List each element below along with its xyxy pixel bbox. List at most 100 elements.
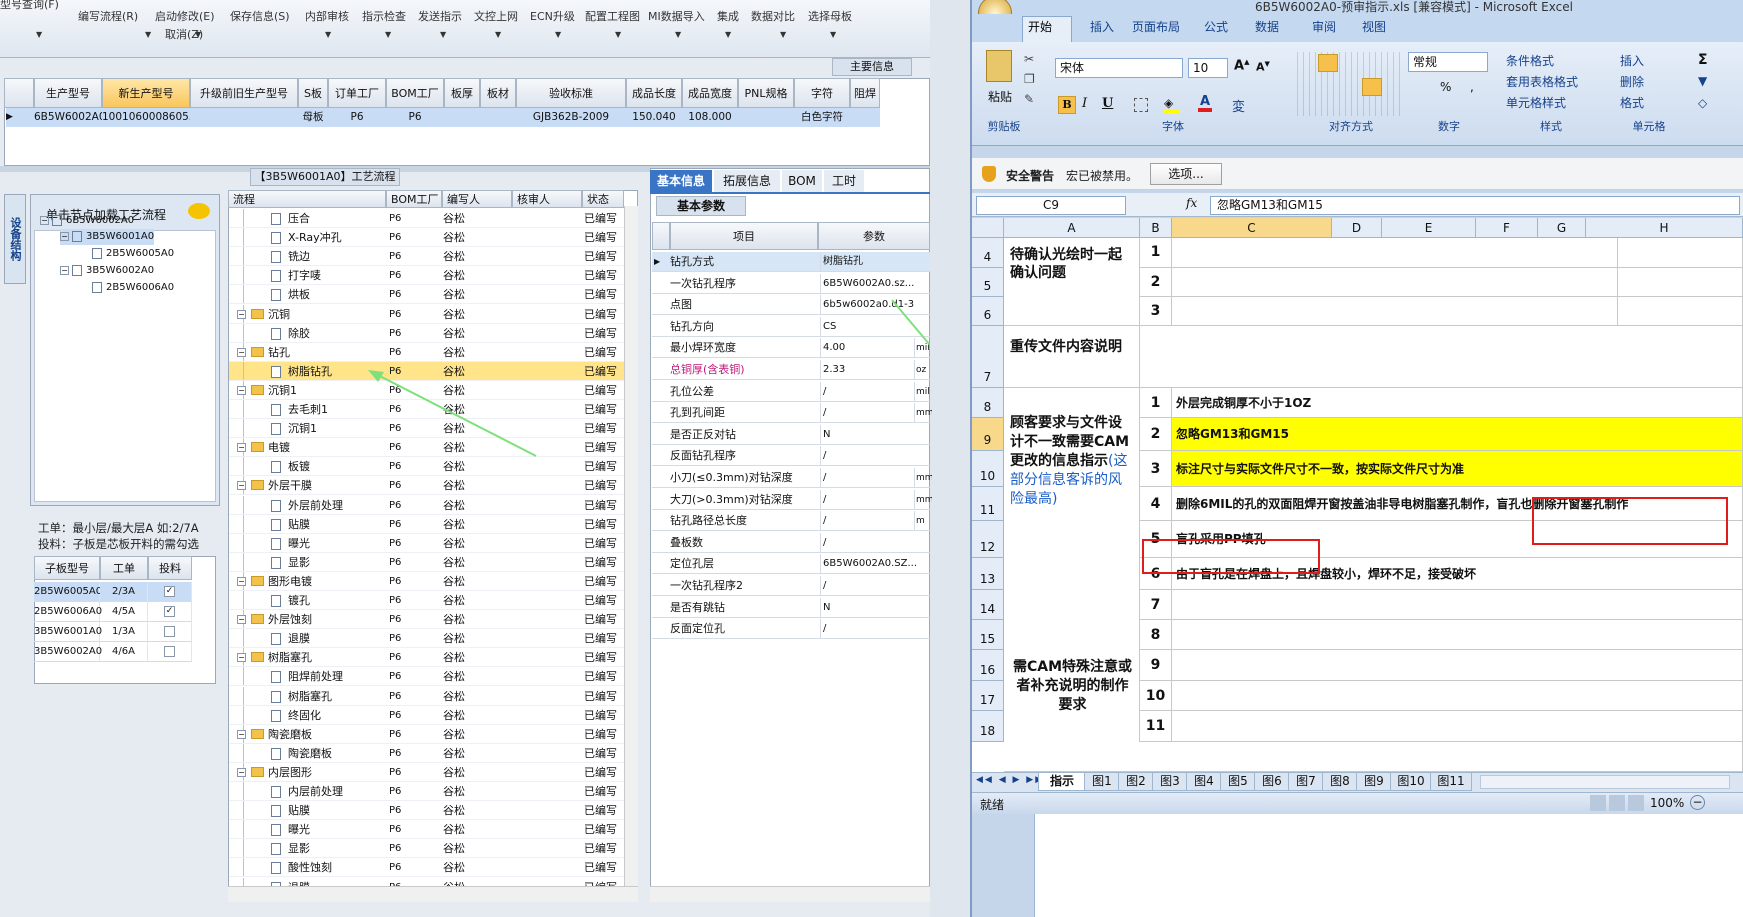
shrink-font-icon[interactable]: A▼ xyxy=(1256,60,1270,74)
select-all-corner[interactable] xyxy=(972,218,1004,238)
font-name-box[interactable]: 宋体 xyxy=(1055,58,1183,78)
cells-item[interactable]: 插入 xyxy=(1620,52,1644,69)
paste-icon[interactable] xyxy=(986,50,1012,82)
sheet-cell[interactable] xyxy=(1172,650,1743,681)
row-header[interactable]: 7 xyxy=(972,326,1004,388)
ribbon-tab[interactable]: 页面布局 xyxy=(1132,18,1180,35)
sheet-cell[interactable]: 2 xyxy=(1140,418,1172,451)
sheet-nav-icons[interactable]: ◀◀ ◀ ▶ ▶▶ xyxy=(976,775,1044,785)
sheet-tab[interactable]: 图7 xyxy=(1288,773,1324,791)
sheet-cell[interactable] xyxy=(1618,268,1743,297)
sheet-tab[interactable]: 指示 xyxy=(1038,773,1086,791)
styles-item[interactable]: 套用表格格式 xyxy=(1506,73,1578,90)
column-header[interactable]: A xyxy=(1004,218,1140,238)
cells-item[interactable]: 格式 xyxy=(1620,94,1644,111)
row-header[interactable]: 15 xyxy=(972,620,1004,650)
grow-font-icon[interactable]: A▲ xyxy=(1234,58,1249,73)
styles-item[interactable]: 条件格式 xyxy=(1506,52,1554,69)
sheet-cell[interactable] xyxy=(1618,297,1743,326)
number-format-box[interactable]: 常规 xyxy=(1408,52,1488,72)
row-header[interactable]: 9 xyxy=(972,418,1004,451)
sheet-cell[interactable] xyxy=(1172,238,1618,268)
cut-icon[interactable]: ✂ xyxy=(1024,52,1034,66)
view-buttons[interactable] xyxy=(1590,795,1644,811)
percent-icon[interactable]: % xyxy=(1440,80,1451,94)
comma-icon[interactable]: , xyxy=(1470,80,1474,94)
fill-icon[interactable]: ▼ xyxy=(1698,74,1707,88)
sheet-tab[interactable]: 图11 xyxy=(1430,773,1472,791)
zoom-out-icon[interactable]: − xyxy=(1690,795,1705,810)
ribbon-tab[interactable]: 公式 xyxy=(1204,18,1228,35)
cells-item[interactable]: 删除 xyxy=(1620,73,1644,90)
column-header[interactable]: C xyxy=(1172,218,1332,238)
bold-icon[interactable]: B xyxy=(1058,96,1076,114)
column-header[interactable]: F xyxy=(1476,218,1538,238)
ribbon-tab[interactable]: 数据 xyxy=(1255,18,1279,35)
formula-input[interactable]: 忽略GM13和GM15 xyxy=(1210,196,1740,215)
row-header[interactable]: 6 xyxy=(972,297,1004,326)
sheet-tab[interactable]: 图1 xyxy=(1084,773,1120,791)
sheet-cell[interactable]: 忽略GM13和GM15 xyxy=(1172,418,1743,451)
sheet-cell[interactable] xyxy=(1172,681,1743,711)
row-header[interactable]: 5 xyxy=(972,268,1004,297)
copy-icon[interactable]: ❐ xyxy=(1024,72,1035,86)
options-button[interactable]: 选项... xyxy=(1150,163,1222,185)
underline-icon[interactable]: U xyxy=(1102,96,1113,111)
sheet-cell[interactable]: 待确认光绘时一起确认问题 xyxy=(1004,238,1140,326)
row-header[interactable]: 17 xyxy=(972,681,1004,711)
sheet-tab[interactable]: 图8 xyxy=(1322,773,1358,791)
column-header[interactable]: E xyxy=(1382,218,1476,238)
sheet-cell[interactable] xyxy=(1172,590,1743,620)
sheet-tab[interactable]: 图5 xyxy=(1220,773,1256,791)
ribbon-tab[interactable]: 插入 xyxy=(1090,18,1114,35)
sheet-cell[interactable]: 3 xyxy=(1140,297,1172,326)
sheet-tab[interactable]: 图9 xyxy=(1356,773,1392,791)
italic-icon[interactable]: I xyxy=(1082,96,1087,111)
sheet-cell[interactable]: 8 xyxy=(1140,620,1172,650)
sheet-tab[interactable]: 图3 xyxy=(1152,773,1188,791)
sheet-cell[interactable]: 1 xyxy=(1140,238,1172,268)
align-middle-icon[interactable] xyxy=(1318,54,1338,72)
fill-color-icon[interactable]: ◈ xyxy=(1164,96,1180,114)
sheet-cell[interactable]: 9 xyxy=(1140,650,1172,681)
sheet-cell[interactable]: 2 xyxy=(1140,268,1172,297)
row-header[interactable]: 11 xyxy=(972,487,1004,521)
sheet-cell[interactable]: 重传文件内容说明 xyxy=(1004,326,1140,388)
sheet-tab[interactable]: 图2 xyxy=(1118,773,1154,791)
row-header[interactable]: 13 xyxy=(972,558,1004,590)
clear-icon[interactable]: ◇ xyxy=(1698,96,1707,110)
sheet-cell[interactable]: 1 xyxy=(1140,388,1172,418)
styles-item[interactable]: 单元格样式 xyxy=(1506,94,1566,111)
sheet-cell[interactable]: 需CAM特殊注意或者补充说明的制作要求 xyxy=(1004,558,1140,772)
sheet-cell[interactable]: 标注尺寸与实际文件尺寸不一致，按实际文件尺寸为准 xyxy=(1172,451,1743,487)
name-box[interactable]: C9 xyxy=(976,196,1126,215)
sheet-cell[interactable] xyxy=(1172,268,1618,297)
row-header[interactable]: 4 xyxy=(972,238,1004,268)
sheet-cell[interactable]: 3 xyxy=(1140,451,1172,487)
format-painter-icon[interactable]: ✎ xyxy=(1024,92,1034,106)
column-header[interactable]: G xyxy=(1538,218,1586,238)
font-size-box[interactable]: 10 xyxy=(1188,58,1228,78)
phonetic-icon[interactable]: 変 xyxy=(1232,96,1245,115)
sum-icon[interactable]: Σ xyxy=(1698,52,1708,68)
sheet-cell[interactable] xyxy=(1140,326,1743,388)
row-header[interactable]: 14 xyxy=(972,590,1004,620)
sheet-cell[interactable] xyxy=(1172,711,1743,742)
font-color-icon[interactable]: A xyxy=(1198,94,1212,112)
column-header[interactable]: B xyxy=(1140,218,1172,238)
sheet-cell[interactable] xyxy=(1004,742,1743,772)
paste-label[interactable]: 粘贴 xyxy=(988,88,1012,105)
column-header[interactable]: D xyxy=(1332,218,1382,238)
sheet-cell[interactable]: 4 xyxy=(1140,487,1172,521)
borders-icon[interactable] xyxy=(1134,98,1148,112)
column-header[interactable]: H xyxy=(1586,218,1743,238)
ribbon-tab[interactable]: 视图 xyxy=(1362,18,1386,35)
ribbon-tab[interactable]: 开始 xyxy=(1028,18,1052,35)
sheet-tab[interactable]: 图4 xyxy=(1186,773,1222,791)
sheet-cell[interactable] xyxy=(1172,297,1618,326)
row-header[interactable]: 8 xyxy=(972,388,1004,418)
sheet-cell[interactable] xyxy=(1172,620,1743,650)
row-header[interactable]: 10 xyxy=(972,451,1004,487)
sheet-tab[interactable]: 图10 xyxy=(1390,773,1432,791)
sheet-cell[interactable]: 外层完成铜厚不小于1OZ xyxy=(1172,388,1743,418)
